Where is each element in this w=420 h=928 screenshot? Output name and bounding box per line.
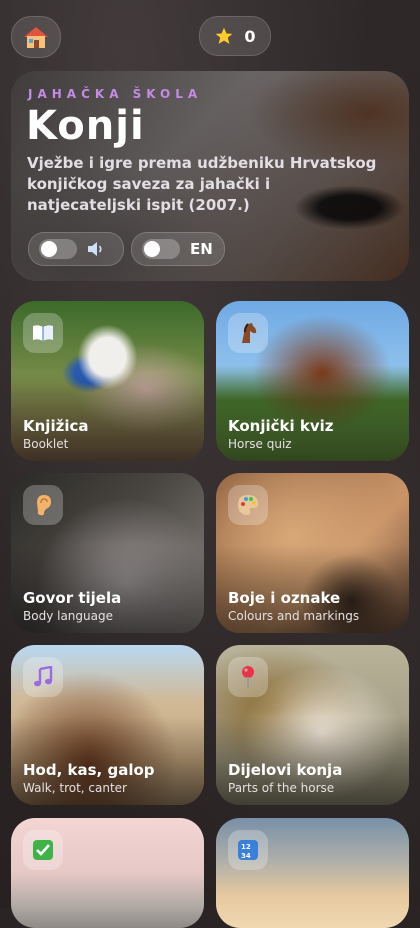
card-title: Knjižica bbox=[23, 417, 89, 435]
card-booklet[interactable]: Knjižica Booklet bbox=[11, 301, 204, 461]
sound-toggle[interactable] bbox=[28, 232, 124, 266]
music-note-icon bbox=[23, 657, 63, 697]
card-title: Boje i oznake bbox=[228, 589, 341, 607]
hero-card: JAHAČKA ŠKOLA Konji Vježbe i igre prema … bbox=[11, 71, 409, 281]
card-subtitle: Body language bbox=[23, 609, 113, 623]
card-title: Dijelovi konja bbox=[228, 761, 343, 779]
card-title: Hod, kas, galop bbox=[23, 761, 155, 779]
card-parts-of-horse[interactable]: Dijelovi konja Parts of the horse bbox=[216, 645, 409, 805]
star-count: 0 bbox=[244, 26, 256, 46]
numbers-icon: 12 34 bbox=[228, 830, 268, 870]
language-switch[interactable] bbox=[142, 239, 180, 259]
sound-switch[interactable] bbox=[39, 239, 77, 259]
horse-head-icon bbox=[228, 313, 268, 353]
card-subtitle: Parts of the horse bbox=[228, 781, 335, 795]
star-icon bbox=[216, 27, 233, 44]
card-title: Govor tijela bbox=[23, 589, 122, 607]
speaker-icon bbox=[88, 242, 102, 256]
house-icon bbox=[24, 27, 48, 48]
language-toggle[interactable]: EN bbox=[131, 232, 225, 266]
card-subtitle: Colours and markings bbox=[228, 609, 360, 623]
card-subtitle: Horse quiz bbox=[228, 437, 292, 451]
card-walk-trot-canter[interactable]: Hod, kas, galop Walk, trot, canter bbox=[11, 645, 204, 805]
card-body-language[interactable]: Govor tijela Body language bbox=[11, 473, 204, 633]
page-title: Konji bbox=[26, 103, 145, 149]
card-colours-markings[interactable]: Boje i oznake Colours and markings bbox=[216, 473, 409, 633]
card-title: Konjički kviz bbox=[228, 417, 334, 435]
book-icon bbox=[23, 313, 63, 353]
card-subtitle: Walk, trot, canter bbox=[23, 781, 127, 795]
language-label: EN bbox=[190, 240, 213, 258]
hero-description: Vježbe i igre prema udžbeniku Hrvatskog … bbox=[27, 154, 377, 214]
palette-icon bbox=[228, 485, 268, 525]
card-numbers[interactable]: 12 34 bbox=[216, 818, 409, 928]
home-button[interactable] bbox=[11, 16, 61, 58]
card-subtitle: Booklet bbox=[23, 437, 69, 451]
card-checklist[interactable] bbox=[11, 818, 204, 928]
pin-icon bbox=[228, 657, 268, 697]
svg-text:12: 12 bbox=[241, 843, 251, 851]
hero-kicker: JAHAČKA ŠKOLA bbox=[28, 87, 203, 101]
star-counter[interactable]: 0 bbox=[199, 16, 271, 56]
checkbox-icon bbox=[23, 830, 63, 870]
top-bar: 0 bbox=[0, 0, 420, 70]
svg-text:34: 34 bbox=[241, 852, 251, 860]
ear-icon bbox=[23, 485, 63, 525]
card-horse-quiz[interactable]: Konjički kviz Horse quiz bbox=[216, 301, 409, 461]
